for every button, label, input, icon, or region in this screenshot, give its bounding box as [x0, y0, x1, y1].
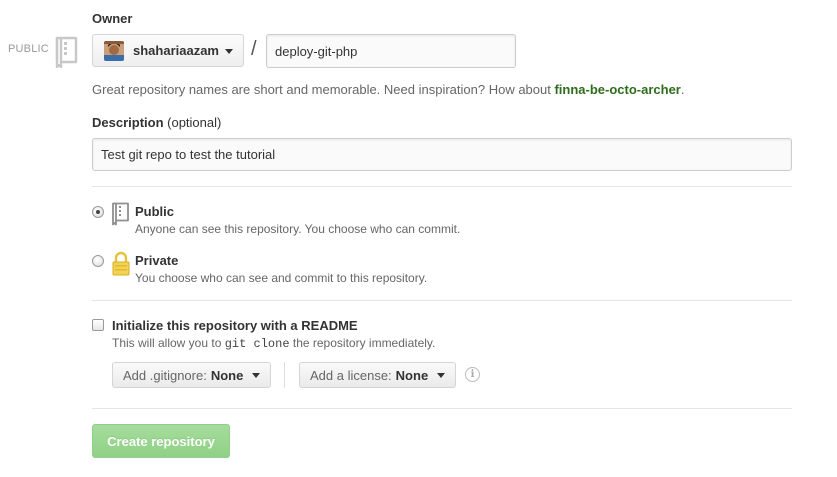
init-desc-before: This will allow you to: [112, 336, 225, 350]
init-readme-desc: This will allow you to git clone the rep…: [112, 336, 435, 351]
public-option-desc: Anyone can see this repository. You choo…: [135, 222, 461, 236]
license-select[interactable]: Add a license: None: [299, 362, 457, 388]
owner-name: shahariaazam: [133, 43, 219, 58]
description-input[interactable]: [92, 138, 792, 171]
license-label: Add a license:: [310, 367, 392, 383]
caret-down-icon: [225, 49, 233, 54]
init-readme-title: Initialize this repository with a README: [112, 318, 358, 333]
lock-icon: [111, 251, 131, 277]
private-radio[interactable]: [92, 255, 104, 267]
name-suggestion-link[interactable]: finna-be-octo-archer: [554, 82, 680, 97]
gitignore-select[interactable]: Add .gitignore: None: [112, 362, 272, 388]
create-repository-button[interactable]: Create repository: [92, 424, 230, 458]
description-optional-text: (optional): [167, 115, 222, 130]
caret-down-icon: [437, 372, 446, 378]
divider: [92, 186, 792, 187]
public-radio[interactable]: [92, 206, 104, 218]
repository-name-input[interactable]: [266, 34, 516, 68]
gitignore-value: None: [210, 367, 244, 383]
caret-down-icon: [252, 372, 261, 378]
visibility-badge: PUBLIC: [8, 43, 49, 55]
repo-icon: [111, 202, 131, 226]
license-value: None: [395, 367, 429, 383]
name-help-text: Great repository names are short and mem…: [92, 82, 685, 97]
avatar: [104, 40, 124, 61]
owner-label: Owner: [92, 11, 133, 26]
private-option-title: Private: [135, 253, 179, 268]
gitignore-label: Add .gitignore:: [123, 367, 207, 383]
divider: [92, 408, 792, 409]
divider: [92, 300, 792, 301]
name-help-text-main: Great repository names are short and mem…: [92, 82, 555, 97]
name-help-text-end: .: [680, 82, 685, 97]
init-desc-after: the repository immediately.: [289, 336, 436, 350]
info-icon[interactable]: i: [465, 367, 480, 382]
select-separator: [284, 362, 285, 388]
git-clone-code: git clone: [224, 337, 290, 351]
description-label: Description (optional): [92, 115, 221, 130]
owner-repo-separator: /: [251, 38, 257, 60]
owner-select[interactable]: shahariaazam: [92, 34, 244, 67]
init-readme-checkbox[interactable]: [92, 319, 104, 331]
repo-icon: [54, 36, 80, 69]
private-option-desc: You choose who can see and commit to thi…: [135, 271, 428, 285]
public-option-title: Public: [135, 204, 175, 219]
description-label-text: Description: [92, 115, 164, 130]
